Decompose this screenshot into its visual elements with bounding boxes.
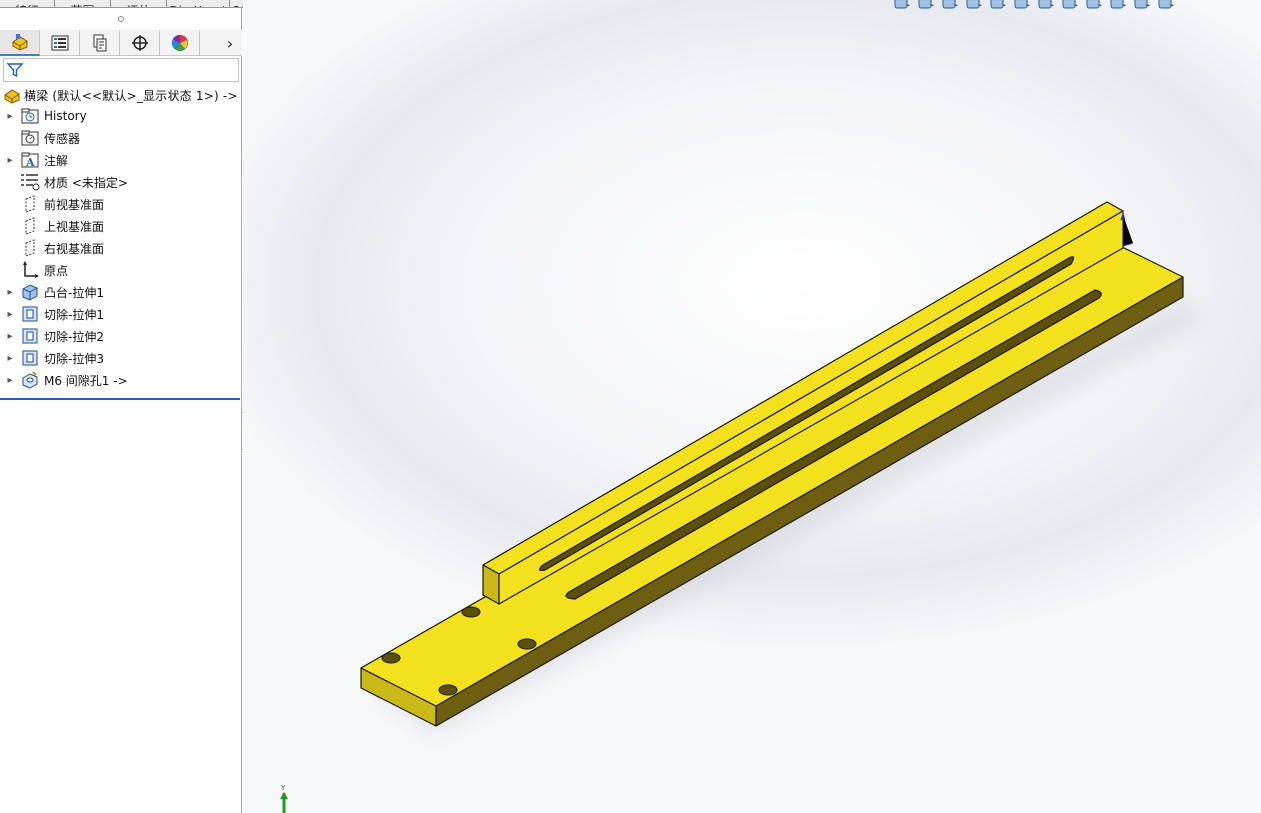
- tree-node-label: 右视基准面: [44, 241, 105, 256]
- tree-node[interactable]: ▸ 凸台-拉伸1: [0, 281, 240, 303]
- tree-node[interactable]: ▸ 切除-拉伸3: [0, 347, 240, 369]
- tree-node-label: M6 间隙孔1 ->: [44, 373, 128, 388]
- tree-node[interactable]: ▸ M6 间隙孔1 ->: [0, 369, 240, 391]
- manager-tab-bar: ›: [0, 30, 242, 56]
- history-folder-icon: [20, 107, 40, 125]
- part-model[interactable]: [243, 0, 1261, 813]
- tree-node-label: 凸台-拉伸1: [44, 285, 104, 300]
- tree-node-label: 切除-拉伸1: [44, 307, 104, 322]
- expand-arrow-icon[interactable]: ▸: [0, 353, 20, 364]
- expand-arrow-icon[interactable]: ▸: [0, 287, 20, 298]
- boss-extrude-icon: [20, 283, 40, 301]
- color-wheel-icon: [171, 34, 188, 51]
- solidworks-window: 特征草图评估DimXpertSOLIDWORKS 插件SOLIDWORKS MB…: [0, 0, 1261, 813]
- property-list-icon: [51, 35, 68, 51]
- origin-icon: [20, 261, 40, 279]
- svg-text:A: A: [25, 156, 35, 168]
- part-icon: [4, 88, 20, 104]
- expand-arrow-icon[interactable]: ▸: [0, 155, 20, 166]
- tree-node-label: History: [44, 109, 87, 123]
- annotation-folder-icon: A: [20, 151, 40, 169]
- crosshair-icon: [131, 35, 148, 51]
- tree-node-label: 传感器: [44, 131, 81, 146]
- tree-node[interactable]: 原点: [0, 259, 240, 281]
- tree-node-label: 前视基准面: [44, 197, 105, 212]
- configuration-icon: [93, 34, 106, 52]
- expand-arrow-icon[interactable]: ▸: [0, 331, 20, 342]
- tree-node[interactable]: 前视基准面: [0, 193, 240, 215]
- hole-wizard-icon: [20, 371, 40, 389]
- tree-filter-bar[interactable]: [3, 58, 239, 82]
- command-tab[interactable]: 特征: [0, 0, 55, 7]
- tree-node-label: 原点: [44, 263, 69, 278]
- feature-tree: 横梁 (默认<<默认>_显示状态 1>) -> ▸ History 传感器 ▸ A 注解材…: [0, 85, 240, 391]
- displaymanager-tab[interactable]: [160, 30, 200, 56]
- plane-icon: [20, 239, 40, 257]
- tree-root-label: 横梁 (默认<<默认>_显示状态 1>) ->: [24, 88, 238, 103]
- dimxpertmanager-tab[interactable]: [120, 30, 160, 56]
- material-icon: [20, 173, 40, 191]
- triad-y-label: Y: [280, 784, 286, 792]
- tree-node[interactable]: ▸ 切除-拉伸1: [0, 303, 240, 325]
- plane-icon: [20, 217, 40, 235]
- rollback-bar[interactable]: [0, 398, 240, 400]
- tree-node-label: 注解: [44, 153, 69, 168]
- part-icon: [12, 34, 27, 51]
- tree-node-label: 切除-拉伸2: [44, 329, 104, 344]
- cut-extrude-icon: [20, 327, 40, 345]
- command-tab[interactable]: DimXpert: [167, 0, 230, 7]
- reference-triad: Y: [276, 783, 292, 813]
- tree-node[interactable]: ▸ 切除-拉伸2: [0, 325, 240, 347]
- tree-node[interactable]: ▸ History: [0, 105, 240, 127]
- tree-node-label: 切除-拉伸3: [44, 351, 104, 366]
- tree-node[interactable]: 传感器: [0, 127, 240, 149]
- base-slot: [565, 289, 1102, 600]
- tree-node-label: 上视基准面: [44, 219, 105, 234]
- cut-extrude-icon: [20, 349, 40, 367]
- propertymanager-tab[interactable]: [40, 30, 80, 56]
- tree-node-label: 材质 <未指定>: [44, 175, 128, 190]
- origin-marker: [1120, 212, 1134, 247]
- command-tab[interactable]: 评估: [111, 0, 167, 7]
- tree-node[interactable]: 上视基准面: [0, 215, 240, 237]
- more-tabs-arrow[interactable]: ›: [218, 30, 242, 56]
- panel-grip[interactable]: [0, 8, 241, 30]
- sensor-folder-icon: [20, 129, 40, 147]
- expand-arrow-icon[interactable]: ▸: [0, 309, 20, 320]
- featuremanager-panel: › 横梁 (默认<<默认>_显示状态 1>) -> ▸ History 传感器 ▸ A 注…: [0, 8, 242, 813]
- plane-icon: [20, 195, 40, 213]
- tree-root-part[interactable]: 横梁 (默认<<默认>_显示状态 1>) ->: [0, 85, 240, 105]
- expand-arrow-icon[interactable]: ▸: [0, 375, 20, 386]
- tree-node[interactable]: 材质 <未指定>: [0, 171, 240, 193]
- command-tab[interactable]: 草图: [55, 0, 111, 7]
- graphics-area[interactable]: Y: [243, 0, 1261, 813]
- expand-arrow-icon[interactable]: ▸: [0, 111, 20, 122]
- configurationmanager-tab[interactable]: [80, 30, 120, 56]
- featuremanager-tab[interactable]: [0, 30, 40, 56]
- tree-node[interactable]: ▸ A 注解: [0, 149, 240, 171]
- cut-extrude-icon: [20, 305, 40, 323]
- filter-icon: [6, 63, 24, 78]
- tree-node[interactable]: 右视基准面: [0, 237, 240, 259]
